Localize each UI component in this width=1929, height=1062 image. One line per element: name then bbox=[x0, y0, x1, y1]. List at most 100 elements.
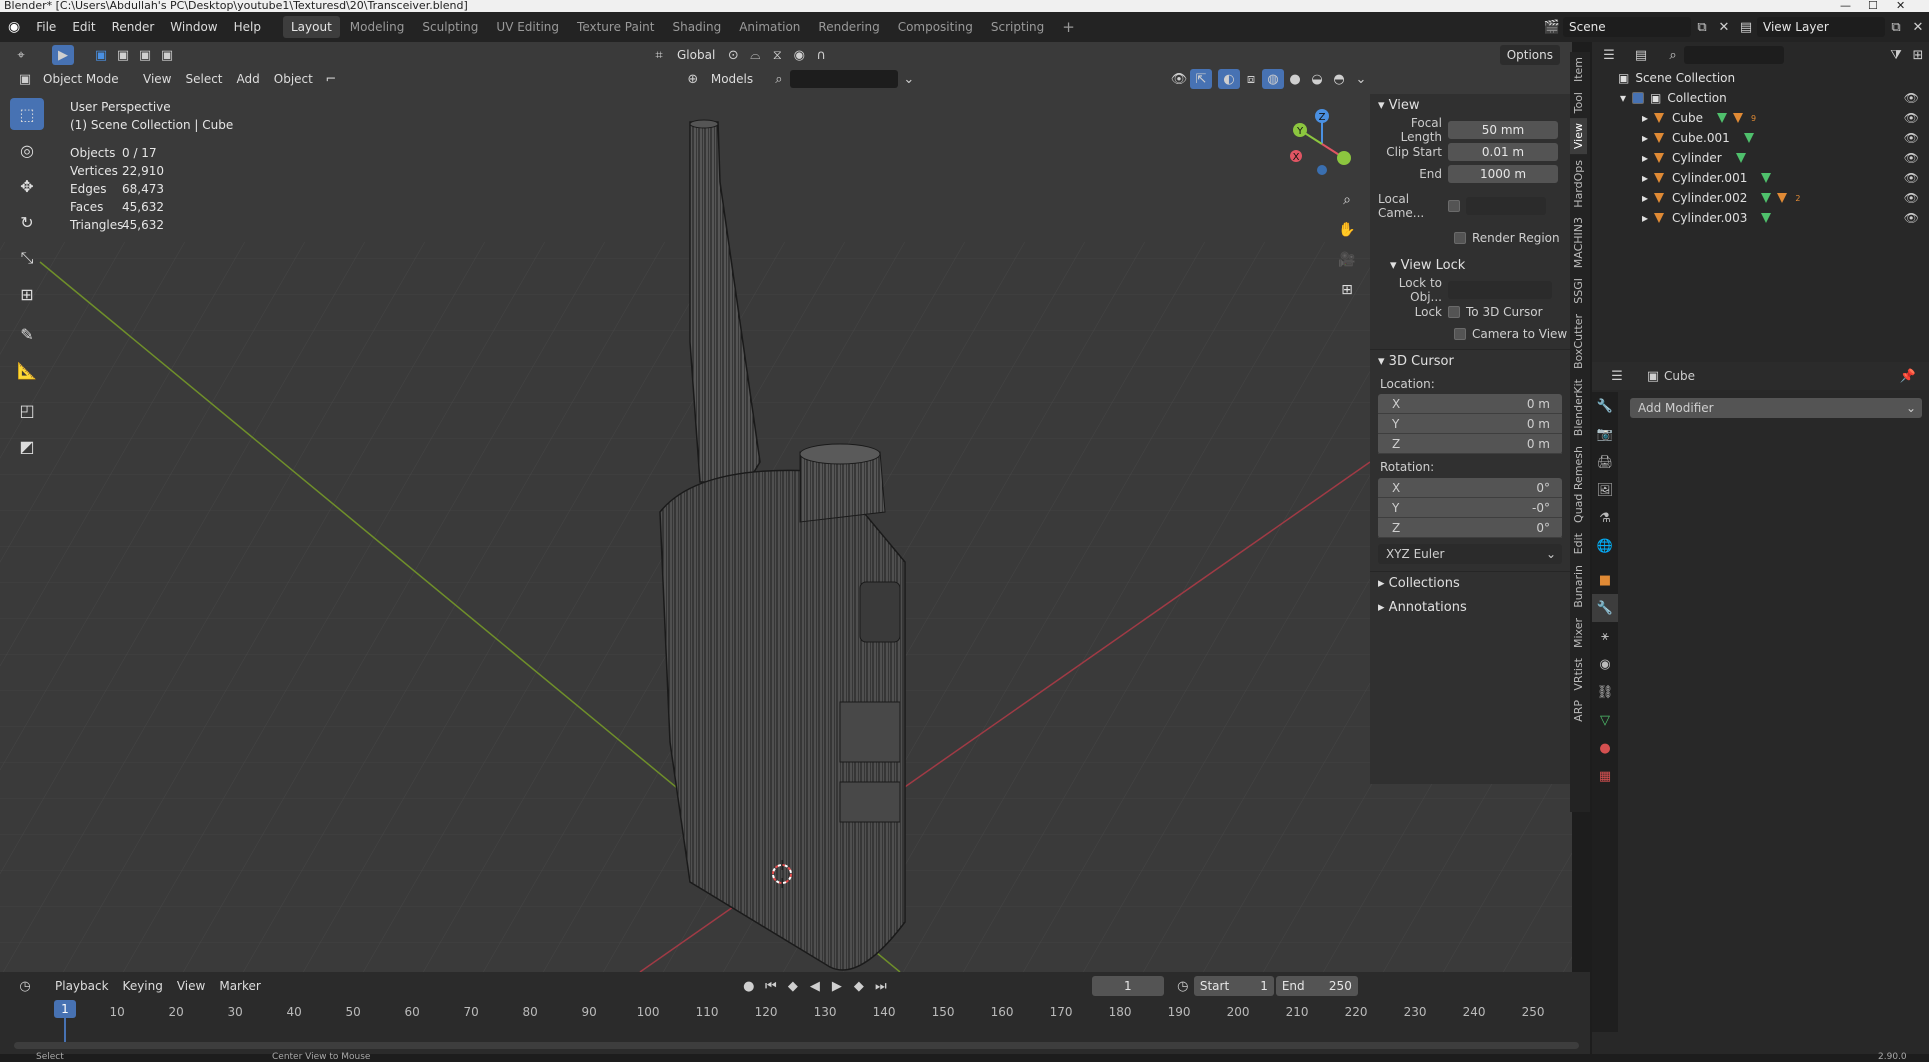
tab-shading[interactable]: Shading bbox=[664, 16, 729, 38]
remove-view-layer-icon[interactable]: ✕ bbox=[1907, 17, 1929, 37]
selection-mode-set-icon[interactable]: ▣ bbox=[90, 45, 112, 65]
search-icon[interactable]: ⌕ bbox=[768, 69, 790, 89]
orientation-dropdown[interactable]: Global bbox=[670, 45, 722, 65]
minimize-icon[interactable]: — bbox=[1840, 0, 1851, 11]
display-mode-icon[interactable]: ▤ bbox=[1630, 45, 1652, 65]
new-collection-icon[interactable]: ⊞ bbox=[1907, 45, 1929, 65]
filter-icon[interactable]: ⧩ bbox=[1885, 45, 1907, 65]
transform-tool-icon[interactable]: ⊞ bbox=[10, 278, 44, 310]
select-tool-icon[interactable]: ⬚ bbox=[10, 98, 44, 130]
annotate-tool-icon[interactable]: ✎ bbox=[10, 318, 44, 350]
solid-shading-icon[interactable]: ● bbox=[1284, 69, 1306, 89]
clip-end-field[interactable]: 1000 m bbox=[1448, 165, 1558, 183]
rotate-tool-icon[interactable]: ↻ bbox=[10, 206, 44, 238]
tab-vrtist[interactable]: VRtist bbox=[1570, 653, 1587, 696]
scene-icon[interactable]: 🎬 bbox=[1541, 17, 1563, 37]
snap-icon[interactable]: ⌓ bbox=[744, 45, 766, 65]
render-tab-icon[interactable]: 📷 bbox=[1592, 420, 1618, 448]
collection-checkbox[interactable] bbox=[1632, 92, 1645, 104]
tab-item[interactable]: Item bbox=[1570, 52, 1587, 87]
modifier-tab-icon[interactable]: 🔧 bbox=[1592, 594, 1618, 622]
tab-ssgi[interactable]: SSGI bbox=[1570, 273, 1587, 309]
pivot-icon[interactable]: ⊙ bbox=[722, 45, 744, 65]
menu-render[interactable]: Render bbox=[104, 12, 163, 42]
eye-icon[interactable]: 👁 bbox=[1904, 91, 1919, 105]
mode-dropdown[interactable]: Object Mode bbox=[36, 69, 136, 89]
shading-options-icon[interactable]: ⌄ bbox=[1350, 69, 1372, 89]
grid-ortho-icon[interactable]: ⊞ bbox=[1334, 277, 1360, 303]
cursor-location-z[interactable]: Z0 m bbox=[1378, 434, 1562, 454]
object-tab-icon[interactable]: ■ bbox=[1592, 566, 1618, 594]
outliner-item-cylinder-002[interactable]: ▸ Cylinder.002 2 👁 bbox=[1592, 188, 1929, 208]
menu-help[interactable]: Help bbox=[226, 12, 269, 42]
tab-modeling[interactable]: Modeling bbox=[342, 16, 413, 38]
outliner-item-cylinder[interactable]: ▸ Cylinder 👁 bbox=[1592, 148, 1929, 168]
selection-mode-subtract-icon[interactable]: ▣ bbox=[134, 45, 156, 65]
menu-edit[interactable]: Edit bbox=[64, 12, 103, 42]
eye-icon[interactable]: 👁 bbox=[1904, 191, 1919, 205]
options-dropdown[interactable]: Options bbox=[1499, 45, 1560, 65]
search-icon[interactable]: ⌕ bbox=[1662, 45, 1684, 65]
view-layer-icon[interactable]: ▤ bbox=[1735, 17, 1757, 37]
tab-mixer[interactable]: Mixer bbox=[1570, 613, 1587, 653]
tab-sculpting[interactable]: Sculpting bbox=[414, 16, 486, 38]
add-cube-tool-icon[interactable]: ◰ bbox=[10, 394, 44, 426]
selection-mode-intersect-icon[interactable]: ▣ bbox=[156, 45, 178, 65]
orientation-icon[interactable]: ⌗ bbox=[648, 45, 670, 65]
neg-y-gizmo[interactable] bbox=[1337, 151, 1351, 165]
viewport-search-input[interactable] bbox=[789, 70, 898, 88]
add-modifier-button[interactable]: Add Modifier ⌄ bbox=[1630, 398, 1922, 418]
data-tab-icon[interactable]: ▽ bbox=[1592, 706, 1618, 734]
tool-tab-icon[interactable]: 🔧 bbox=[1592, 392, 1618, 420]
tab-compositing[interactable]: Compositing bbox=[890, 16, 981, 38]
view-section-header[interactable]: ▾ View bbox=[1370, 94, 1570, 118]
zoom-icon[interactable]: ⌕ bbox=[1334, 187, 1360, 213]
editor-type-icon[interactable]: ⌖ bbox=[10, 45, 32, 65]
material-shading-icon[interactable]: ◒ bbox=[1306, 69, 1328, 89]
navigation-gizmo[interactable]: Z Y X bbox=[1282, 104, 1362, 184]
eye-icon[interactable]: 👁 bbox=[1904, 171, 1919, 185]
focal-length-field[interactable]: 50 mm bbox=[1448, 121, 1558, 139]
collections-section-header[interactable]: ▸ Collections bbox=[1370, 572, 1570, 596]
menu-file[interactable]: File bbox=[28, 12, 64, 42]
collection-row[interactable]: ▾ ▣ Collection 👁 bbox=[1592, 88, 1929, 108]
clip-start-field[interactable]: 0.01 m bbox=[1448, 143, 1558, 161]
scene-collection-row[interactable]: ▣ Scene Collection bbox=[1592, 68, 1929, 88]
blender-logo-icon[interactable]: ◉ bbox=[0, 12, 28, 42]
scale-tool-icon[interactable]: ⤡ bbox=[10, 242, 44, 274]
tab-view[interactable]: View bbox=[1570, 118, 1587, 155]
camera-icon[interactable]: 🎥 bbox=[1334, 247, 1360, 273]
globe-icon[interactable]: ⊕ bbox=[682, 69, 704, 89]
outliner-item-cube[interactable]: ▸ Cube 9 👁 bbox=[1592, 108, 1929, 128]
outliner-search-input[interactable] bbox=[1684, 46, 1784, 64]
lock-to-object-field[interactable] bbox=[1448, 281, 1552, 299]
cursor-section-header[interactable]: ▾ 3D Cursor bbox=[1370, 350, 1570, 374]
neg-z-gizmo[interactable] bbox=[1317, 165, 1327, 175]
menu-add[interactable]: Add bbox=[230, 69, 267, 89]
annotations-section-header[interactable]: ▸ Annotations bbox=[1370, 596, 1570, 620]
outliner-item-cylinder-003[interactable]: ▸ Cylinder.003 👁 bbox=[1592, 208, 1929, 228]
tab-scripting[interactable]: Scripting bbox=[983, 16, 1052, 38]
eye-icon[interactable]: 👁 bbox=[1904, 151, 1919, 165]
view-lock-header[interactable]: ▾ View Lock bbox=[1370, 254, 1570, 278]
chevron-down-icon[interactable]: ⌄ bbox=[898, 69, 920, 89]
output-tab-icon[interactable]: 🖨 bbox=[1592, 448, 1618, 476]
tab-quad-remesh[interactable]: Quad Remesh bbox=[1570, 441, 1587, 528]
local-camera-checkbox[interactable] bbox=[1448, 200, 1460, 212]
box-tool-icon[interactable]: ◩ bbox=[10, 430, 44, 462]
scene-tab-icon[interactable]: ⚗ bbox=[1592, 504, 1618, 532]
tab-uv-editing[interactable]: UV Editing bbox=[488, 16, 567, 38]
rendered-shading-icon[interactable]: ◓ bbox=[1328, 69, 1350, 89]
close-icon[interactable]: ✕ bbox=[1896, 0, 1905, 11]
add-workspace-icon[interactable]: + bbox=[1054, 16, 1083, 38]
tab-bunarin[interactable]: Bunarin bbox=[1570, 560, 1587, 613]
move-tool-icon[interactable]: ✥ bbox=[10, 170, 44, 202]
world-tab-icon[interactable]: 🌐 bbox=[1592, 532, 1618, 560]
material-tab-icon[interactable]: ● bbox=[1592, 734, 1618, 762]
tab-animation[interactable]: Animation bbox=[731, 16, 808, 38]
properties-editor-icon[interactable]: ☰ bbox=[1606, 366, 1628, 386]
cursor-location-x[interactable]: X0 m bbox=[1378, 394, 1562, 414]
rotation-mode-dropdown[interactable]: XYZ Euler ⌄ bbox=[1378, 544, 1562, 564]
mode-icon[interactable]: ▣ bbox=[14, 69, 36, 89]
tab-blenderkit[interactable]: BlenderKit bbox=[1570, 374, 1587, 441]
